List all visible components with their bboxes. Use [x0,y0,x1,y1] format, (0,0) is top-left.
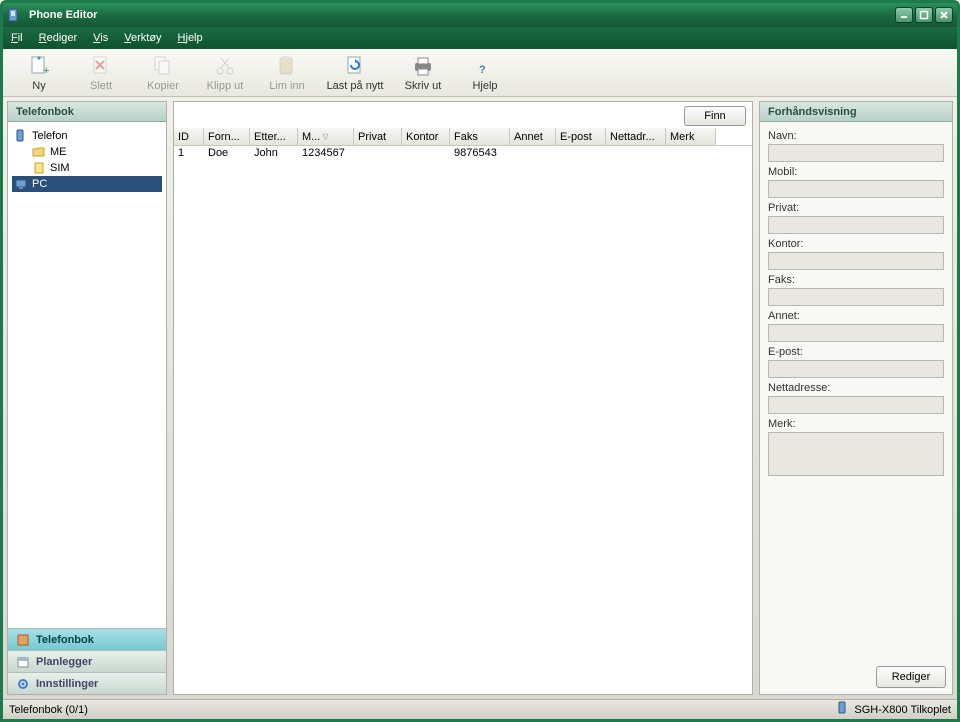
menu-hjelp[interactable]: Hjelp [178,32,203,44]
label-navn: Navn: [768,130,944,142]
menu-vis[interactable]: Vis [93,32,108,44]
menu-verktoy[interactable]: Verktøy [124,32,161,44]
paste-icon [275,54,299,78]
center-panel: Finn ID Forn... Etter... M...▽ Privat Ko… [173,101,753,695]
calendar-icon [16,655,30,669]
label-mobil: Mobil: [768,166,944,178]
field-epost [768,360,944,378]
nav-innstillinger[interactable]: Innstillinger [8,672,166,694]
phone-icon [14,129,28,143]
tree-sim[interactable]: SIM [12,160,162,176]
label-nett: Nettadresse: [768,382,944,394]
toolbar-skriv[interactable]: Skriv ut [393,51,453,95]
delete-icon [89,54,113,78]
new-icon: + [27,54,51,78]
toolbar-slett: Slett [71,51,131,95]
status-right: SGH-X800 Tilkoplet [854,704,951,716]
copy-icon [151,54,175,78]
col-mobil[interactable]: M...▽ [298,128,354,145]
tree-pc[interactable]: PC [12,176,162,192]
window-title: Phone Editor [29,9,895,21]
toolbar-lim: Lim inn [257,51,317,95]
toolbar-kopier: Kopier [133,51,193,95]
svg-text:+: + [43,65,49,77]
maximize-button[interactable] [915,7,933,23]
toolbar-last[interactable]: Last på nytt [319,51,391,95]
col-faks[interactable]: Faks [450,128,510,145]
toolbar-hjelp[interactable]: ? Hjelp [455,51,515,95]
reload-icon [343,54,367,78]
col-id[interactable]: ID [174,128,204,145]
app-icon [7,7,23,23]
edit-button[interactable]: Rediger [876,666,946,688]
pc-icon [14,177,28,191]
label-faks: Faks: [768,274,944,286]
book-icon [16,633,30,647]
col-etternavn[interactable]: Etter... [250,128,298,145]
print-icon [411,54,435,78]
tree-telefon[interactable]: Telefon [12,128,162,144]
nav-planlegger[interactable]: Planlegger [8,650,166,672]
field-privat [768,216,944,234]
toolbar-ny[interactable]: + Ny [9,51,69,95]
gear-icon [16,677,30,691]
preview-panel: Forhåndsvisning Navn: Mobil: Privat: Kon… [759,101,953,695]
statusbar: Telefonbok (0/1) SGH-X800 Tilkoplet [3,699,957,719]
label-privat: Privat: [768,202,944,214]
table-header: ID Forn... Etter... M...▽ Privat Kontor … [174,128,752,146]
toolbar-klipp: Klipp ut [195,51,255,95]
preview-header: Forhåndsvisning [760,102,952,122]
col-merk[interactable]: Merk [666,128,716,145]
label-merk: Merk: [768,418,944,430]
col-annet[interactable]: Annet [510,128,556,145]
svg-text:?: ? [479,64,486,76]
sort-indicator-icon: ▽ [322,132,328,141]
field-mobil [768,180,944,198]
help-icon: ? [473,54,497,78]
close-button[interactable] [935,7,953,23]
table-row[interactable]: 1 Doe John 1234567 9876543 [174,146,752,163]
tree-me[interactable]: ME [12,144,162,160]
contacts-table: ID Forn... Etter... M...▽ Privat Kontor … [174,128,752,694]
menu-fil[interactable]: Fil [11,32,23,44]
field-navn [768,144,944,162]
col-fornavn[interactable]: Forn... [204,128,250,145]
field-faks [768,288,944,306]
field-merk [768,432,944,476]
label-annet: Annet: [768,310,944,322]
left-panel: Telefonbok Telefon ME SIM PC [7,101,167,695]
col-kontor[interactable]: Kontor [402,128,450,145]
minimize-button[interactable] [895,7,913,23]
left-panel-header: Telefonbok [8,102,166,122]
connection-icon [836,701,850,718]
nav-telefonbok[interactable]: Telefonbok [8,628,166,650]
col-privat[interactable]: Privat [354,128,402,145]
menu-rediger[interactable]: Rediger [39,32,78,44]
menubar: Fil Rediger Vis Verktøy Hjelp [3,27,957,49]
col-epost[interactable]: E-post [556,128,606,145]
titlebar: Phone Editor [3,3,957,27]
col-nettadresse[interactable]: Nettadr... [606,128,666,145]
sim-icon [32,161,46,175]
cut-icon [213,54,237,78]
toolbar: + Ny Slett Kopier Klipp ut Lim inn Last … [3,49,957,97]
field-annet [768,324,944,342]
field-nett [768,396,944,414]
label-epost: E-post: [768,346,944,358]
field-kontor [768,252,944,270]
status-left: Telefonbok (0/1) [9,704,88,716]
tree: Telefon ME SIM PC [8,122,166,628]
find-button[interactable]: Finn [684,106,746,126]
label-kontor: Kontor: [768,238,944,250]
folder-icon [32,145,46,159]
